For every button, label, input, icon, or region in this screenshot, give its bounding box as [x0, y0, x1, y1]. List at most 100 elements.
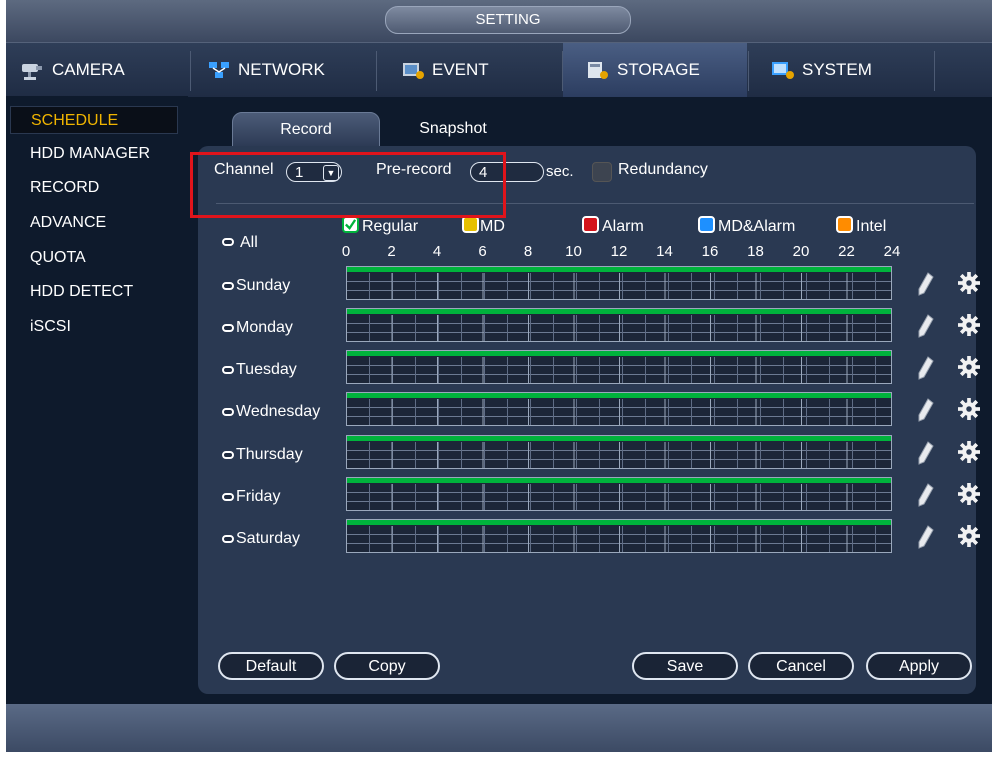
- window-title: SETTING: [385, 6, 631, 34]
- legend-md-alarm-checkbox[interactable]: [698, 216, 715, 233]
- copy-button[interactable]: Copy: [334, 652, 440, 680]
- legend-intel-checkbox[interactable]: [836, 216, 853, 233]
- time-grid: [347, 442, 891, 468]
- sidebar-item-record[interactable]: RECORD: [10, 174, 178, 202]
- sidebar-item-schedule[interactable]: SCHEDULE: [10, 106, 178, 134]
- network-icon: [209, 62, 229, 78]
- pencil-icon[interactable]: [916, 355, 936, 381]
- prerecord-value: 4: [479, 164, 488, 181]
- system-icon: [772, 62, 794, 79]
- day-radio[interactable]: [222, 493, 234, 501]
- hour-label: 0: [341, 243, 351, 260]
- hour-label: 18: [747, 243, 764, 260]
- pencil-icon[interactable]: [916, 440, 936, 466]
- chevron-down-icon: ▼: [323, 165, 339, 181]
- pencil-icon[interactable]: [916, 524, 936, 550]
- tab-camera[interactable]: CAMERA: [20, 43, 190, 97]
- redundancy-checkbox[interactable]: [592, 162, 612, 182]
- tab-snapshot[interactable]: Snapshot: [410, 112, 496, 146]
- gear-icon[interactable]: [958, 356, 980, 378]
- pencil-icon[interactable]: [916, 482, 936, 508]
- schedule-bar[interactable]: [346, 477, 892, 511]
- tab-divider: [934, 51, 935, 91]
- hour-label: 10: [565, 243, 582, 260]
- legend-md-checkbox[interactable]: [462, 216, 479, 233]
- legend-regular-label: Regular: [362, 218, 419, 235]
- default-button[interactable]: Default: [218, 652, 324, 680]
- tab-network-label: NETWORK: [238, 60, 325, 79]
- regular-record-period: [347, 436, 891, 441]
- sidebar-item-hdd-manager[interactable]: HDD MANAGER: [10, 140, 178, 168]
- day-radio[interactable]: [222, 451, 234, 459]
- tab-divider: [190, 51, 191, 91]
- pencil-icon[interactable]: [916, 397, 936, 423]
- legend-md-label: MD: [480, 218, 505, 235]
- time-grid: [347, 484, 891, 510]
- regular-record-period: [347, 478, 891, 483]
- schedule-bar[interactable]: [346, 308, 892, 342]
- check-icon: [345, 219, 357, 231]
- all-radio[interactable]: [222, 238, 234, 246]
- schedule-bar[interactable]: [346, 266, 892, 300]
- regular-record-period: [347, 520, 891, 525]
- day-label: Tuesday: [236, 361, 297, 378]
- top-tab-bar: CAMERA NETWORK EVENT STORAGE SYSTEM: [6, 42, 992, 97]
- gear-icon[interactable]: [958, 272, 980, 294]
- tab-camera-label: CAMERA: [52, 60, 125, 79]
- apply-button[interactable]: Apply: [866, 652, 972, 680]
- day-radio[interactable]: [222, 366, 234, 374]
- schedule-bar[interactable]: [346, 392, 892, 426]
- sec-label: sec.: [546, 163, 574, 180]
- time-grid: [347, 399, 891, 425]
- tab-divider: [376, 51, 377, 91]
- legend-alarm-checkbox[interactable]: [582, 216, 599, 233]
- tab-storage[interactable]: STORAGE: [563, 43, 747, 97]
- hour-label: 2: [387, 243, 396, 260]
- legend-intel-label: Intel: [856, 218, 887, 235]
- gear-icon[interactable]: [958, 441, 980, 463]
- time-grid: [347, 315, 891, 341]
- legend-md-alarm-label: MD&Alarm: [718, 218, 796, 235]
- day-radio[interactable]: [222, 408, 234, 416]
- channel-select[interactable]: 1 ▼: [286, 162, 342, 182]
- tab-record[interactable]: Record: [232, 112, 380, 148]
- sidebar-item-quota[interactable]: QUOTA: [10, 244, 178, 272]
- regular-record-period: [347, 393, 891, 398]
- schedule-bar[interactable]: [346, 519, 892, 553]
- cancel-button[interactable]: Cancel: [748, 652, 854, 680]
- day-radio[interactable]: [222, 324, 234, 332]
- day-label: Friday: [236, 488, 281, 505]
- sidebar-item-advance[interactable]: ADVANCE: [10, 209, 178, 237]
- tab-system[interactable]: SYSTEM: [770, 43, 934, 97]
- sidebar-item-iscsi[interactable]: iSCSI: [10, 313, 178, 341]
- camera-icon: [22, 64, 42, 80]
- gear-icon[interactable]: [958, 314, 980, 336]
- tab-divider: [748, 51, 749, 91]
- gear-icon[interactable]: [958, 483, 980, 505]
- hour-label: 24: [883, 243, 901, 260]
- pencil-icon[interactable]: [916, 271, 936, 297]
- time-grid: [347, 273, 891, 299]
- legend-regular-checkbox[interactable]: [342, 216, 359, 233]
- gear-icon[interactable]: [958, 398, 980, 420]
- day-radio[interactable]: [222, 282, 234, 290]
- prerecord-input[interactable]: 4: [470, 162, 544, 182]
- hour-label: 4: [432, 243, 442, 260]
- prerecord-label: Pre-record: [376, 161, 452, 178]
- day-radio[interactable]: [222, 535, 234, 543]
- redundancy-label: Redundancy: [618, 161, 708, 178]
- tab-event[interactable]: EVENT: [400, 43, 560, 97]
- all-label: All: [240, 234, 258, 251]
- save-button[interactable]: Save: [632, 652, 738, 680]
- tab-event-label: EVENT: [432, 60, 489, 79]
- gear-icon[interactable]: [958, 525, 980, 547]
- regular-record-period: [347, 267, 891, 272]
- pencil-icon[interactable]: [916, 313, 936, 339]
- tab-network[interactable]: NETWORK: [206, 43, 376, 97]
- day-label: Sunday: [236, 277, 291, 294]
- hour-label: 20: [792, 243, 810, 260]
- schedule-bar[interactable]: [346, 350, 892, 384]
- sidebar-item-hdd-detect[interactable]: HDD DETECT: [10, 278, 178, 306]
- time-grid: [347, 357, 891, 383]
- schedule-bar[interactable]: [346, 435, 892, 469]
